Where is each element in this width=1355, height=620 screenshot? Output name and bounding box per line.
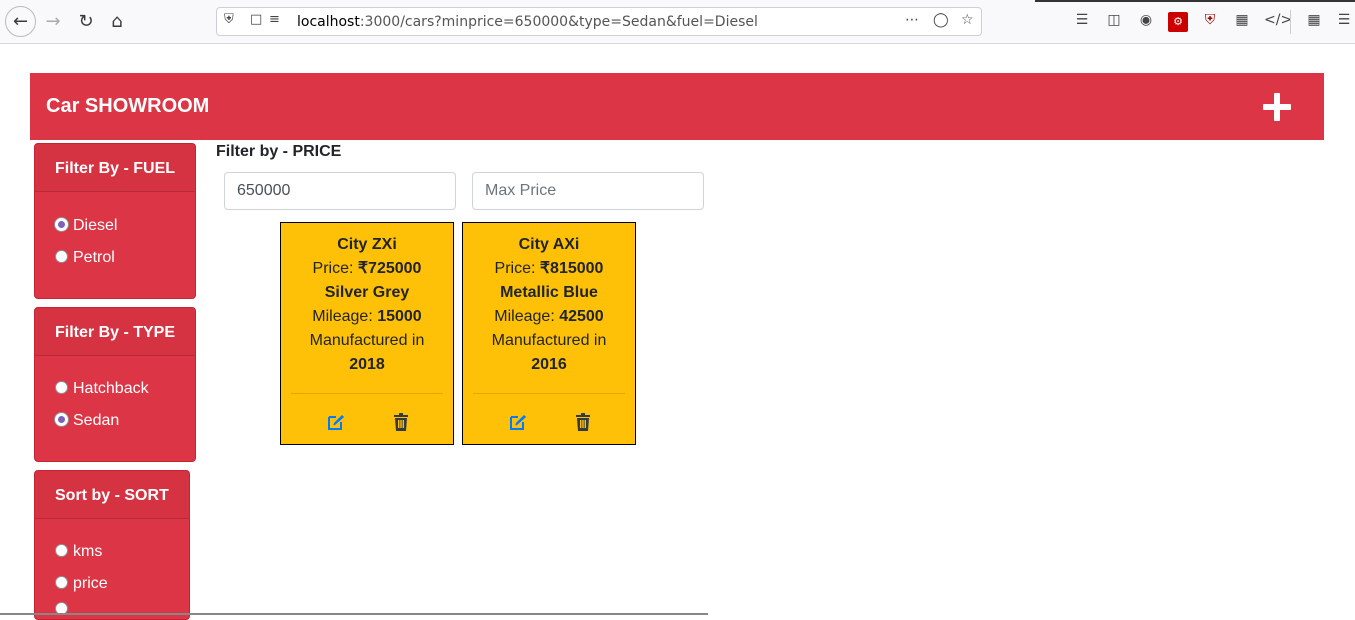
sort-filter-title: Sort by - SORT (35, 471, 189, 519)
price-label: Price: (312, 260, 358, 277)
sidebar-icon[interactable]: ◫ (1104, 12, 1124, 32)
library-icon[interactable]: ☰ (1072, 12, 1092, 32)
manufactured-label: Manufactured in (491, 332, 607, 349)
type-option-sedan[interactable]: Sedan (55, 412, 119, 430)
card-divider (291, 393, 443, 394)
car-card: City AXi Price: ₹815000 Metallic Blue Mi… (462, 222, 636, 445)
radio-label: Petrol (73, 249, 115, 266)
radio-label: price (73, 575, 108, 592)
max-price-input[interactable] (472, 172, 704, 210)
radio-label: Diesel (73, 217, 118, 234)
toolbar-separator (1290, 10, 1291, 34)
fuel-filter-card: Filter By - FUEL Diesel Petrol (34, 143, 196, 299)
car-name: City ZXi (337, 236, 397, 253)
mileage-label: Mileage: (312, 308, 378, 325)
forward-arrow-icon[interactable]: → (39, 7, 67, 35)
bookmark-star-icon[interactable]: ☆ (961, 12, 974, 28)
account-icon[interactable]: ◉ (1136, 12, 1156, 32)
trash-icon[interactable] (575, 413, 591, 431)
price-filter-title: Filter by - PRICE (216, 143, 342, 160)
sort-filter-card: Sort by - SORT kms price (34, 470, 190, 620)
app-header: Car SHOWROOM (30, 73, 1324, 140)
fuel-option-diesel[interactable]: Diesel (55, 217, 117, 235)
sort-option-price[interactable]: price (55, 575, 108, 593)
plus-icon[interactable] (1262, 93, 1292, 123)
edit-icon[interactable] (327, 413, 345, 431)
reload-icon[interactable]: ↻ (72, 7, 100, 35)
trash-icon[interactable] (393, 413, 409, 431)
car-name: City AXi (518, 236, 580, 253)
extensions-puzzle-icon[interactable]: ▦ (1304, 12, 1324, 32)
permissions-icon[interactable]: ≡ (269, 12, 280, 27)
car-price: ₹725000 (357, 260, 422, 277)
radio-label: Hatchback (73, 380, 149, 397)
radio-diesel[interactable] (55, 218, 68, 231)
screenshot-icon[interactable]: ▦ (1232, 12, 1252, 32)
type-filter-title: Filter By - TYPE (35, 308, 195, 356)
back-arrow-icon[interactable]: ← (5, 6, 36, 37)
car-price: ₹815000 (539, 260, 604, 277)
car-color: Silver Grey (324, 284, 410, 301)
card-divider (473, 393, 625, 394)
radio-kms[interactable] (55, 544, 68, 557)
browser-toolbar: ← → ↻ ⌂ ⛨ □ ≡ localhost:3000/cars?minpri… (0, 0, 1355, 44)
type-option-hatchback[interactable]: Hatchback (55, 380, 149, 398)
tab-indicator (1035, 0, 1355, 2)
url-path: :3000/cars?minprice=650000&type=Sedan&fu… (359, 14, 758, 30)
radio-petrol[interactable] (55, 250, 68, 263)
devtools-icon[interactable]: </> (1264, 12, 1292, 32)
car-color: Metallic Blue (500, 284, 598, 301)
page-icon[interactable]: □ (250, 12, 262, 27)
fuel-option-petrol[interactable]: Petrol (55, 249, 115, 267)
sort-option-kms[interactable]: kms (55, 543, 102, 561)
car-year: 2016 (531, 356, 567, 373)
app-title: Car SHOWROOM (46, 95, 210, 117)
fuel-filter-title: Filter By - FUEL (35, 144, 195, 192)
radio-label: kms (73, 543, 103, 560)
more-actions-icon[interactable]: ⋯ (905, 12, 919, 28)
price-label: Price: (494, 260, 540, 277)
type-filter-card: Filter By - TYPE Hatchback Sedan (34, 307, 196, 462)
radio-sedan[interactable] (55, 413, 68, 426)
car-year: 2018 (349, 356, 385, 373)
shield-icon[interactable]: ⛨ (224, 12, 234, 27)
pocket-icon[interactable]: ◯ (933, 12, 949, 28)
home-icon[interactable]: ⌂ (103, 7, 131, 35)
mileage-label: Mileage: (494, 308, 560, 325)
radio-label: Sedan (73, 412, 120, 429)
edit-icon[interactable] (509, 413, 527, 431)
url-host: localhost (297, 14, 360, 30)
car-mileage: 42500 (559, 308, 604, 325)
min-price-input[interactable] (224, 172, 456, 210)
ublock-icon[interactable]: ⛨ (1200, 12, 1220, 32)
address-bar[interactable]: ⛨ □ ≡ localhost:3000/cars?minprice=65000… (216, 7, 982, 36)
extension-icon[interactable]: ⚙ (1168, 12, 1188, 32)
car-mileage: 15000 (377, 308, 422, 325)
radio-price[interactable] (55, 576, 68, 589)
manufactured-label: Manufactured in (309, 332, 425, 349)
menu-icon[interactable]: ☰ (1334, 12, 1354, 32)
url-text[interactable]: localhost:3000/cars?minprice=650000&type… (297, 14, 758, 30)
car-card: City ZXi Price: ₹725000 Silver Grey Mile… (280, 222, 454, 445)
radio-hatchback[interactable] (55, 381, 68, 394)
